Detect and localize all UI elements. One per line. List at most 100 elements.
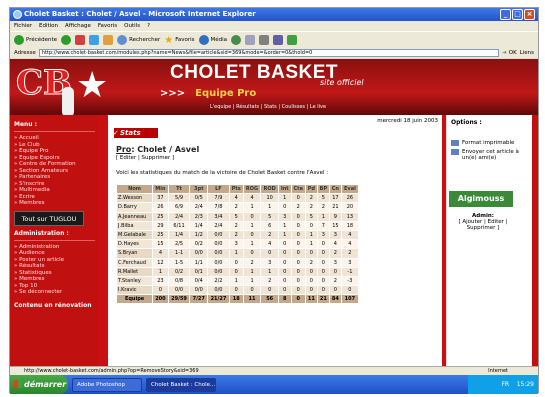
stat-cell: 5/9 [167,193,191,204]
favorites-button[interactable]: ★ Favoris [164,35,194,46]
stat-cell: 0 [316,275,330,287]
stat-cell: 1 [304,229,318,241]
menu-affichage[interactable]: Affichage [65,23,91,29]
stat-cell: 2/4 [167,211,191,222]
forward-button[interactable] [61,35,72,45]
ie-icon [13,10,22,19]
clock: 15:29 [516,381,534,388]
section-arrows: >>> [160,88,186,99]
stat-cell: 5 [228,211,244,222]
stat-cell: 12 [152,257,169,268]
article-category-link[interactable]: Pro [116,145,131,154]
menu-fichier[interactable]: Fichier [14,23,32,29]
refresh-button[interactable] [89,35,100,45]
tuglou-banner[interactable]: Tout sur TUGLOU [14,210,84,226]
stat-cell: 0 [304,275,318,287]
banner-nav-links[interactable]: L'equipe | Résultats | Stats | Coulisses… [210,104,326,110]
options-panel: Options : Format imprimable Envoyer cet … [446,115,532,366]
menu-help[interactable]: ? [147,23,150,29]
media-icon [198,35,209,45]
links-button[interactable]: Liens [520,50,534,56]
stat-cell: 37 [152,193,169,204]
stat-cell: 0 [290,266,306,277]
table-row: T.Stanley 23 0/8 0/4 2/2 1 1 2 0 0 0 0 2 -3 [115,275,360,287]
back-arrow-icon [14,35,24,45]
stat-cell: 2/5 [167,239,191,250]
stat-cell: 1 [260,202,280,213]
article-edit-links[interactable]: [ Editer | Supprimer ] [116,155,174,161]
search-icon [117,35,128,45]
stat-cell: 7/9 [207,193,230,204]
stat-cell: 13 [340,211,360,222]
send-article-link[interactable]: Envoyer cet article à un(e) ami(e) [451,149,532,161]
article-title-text: : Cholet / Asvel [131,145,200,154]
sidebar-menu-item[interactable]: » Membres [14,200,95,207]
column-header: Pd [304,183,318,195]
stat-cell: 0 [278,239,292,250]
stat-cell: 1 [304,239,318,250]
table-row: S.Bryan 4 1-1 0/0 0/0 1 0 0 0 0 0 0 2 2 [115,248,360,259]
menu-edition[interactable]: Edition [39,23,58,29]
stat-cell: 0 [290,229,306,241]
stat-cell: 1/2 [189,229,209,241]
total-cell: 84 [328,294,342,305]
start-button[interactable]: démarrer [10,375,68,394]
divider [14,131,95,132]
search-button[interactable]: Rechercher [117,35,160,45]
column-header: ROD [260,183,280,195]
stats-table: Nom Min Tt 3pt LF Pts ROG ROD Int Cte Pd BP Cn Eval Z… [115,183,360,305]
admin-links[interactable]: [ Ajouter | Editer | Supprimer ] [451,219,515,231]
close-button[interactable]: × [524,9,535,20]
stat-cell: 1 [278,229,292,241]
stat-cell: -1 [340,266,360,277]
history-button[interactable] [231,35,242,45]
address-input[interactable]: http://www.cholet-basket.com/modules.php… [38,49,500,57]
stat-cell: 0 [278,248,292,259]
column-header: Cn [328,183,342,195]
section-heading: >>> Equipe Pro [160,88,256,99]
stat-cell: 1 [316,211,330,222]
sponsor-banner[interactable]: Algimouss [449,191,513,207]
stop-button[interactable] [75,35,86,45]
column-header: Eval [340,183,360,195]
media-button[interactable]: Média [198,35,227,45]
stat-cell: 20 [340,202,360,213]
maximize-button[interactable]: □ [512,9,523,20]
home-button[interactable] [103,35,114,45]
column-header: LF [207,183,230,195]
sidebar-admin-item[interactable]: » Se déconnecter [14,289,95,296]
stat-cell: 1 [278,220,292,231]
menu-outils[interactable]: Outils [124,23,140,29]
column-header: Cte [290,183,306,195]
player-name-cell: D.Hayes [115,239,154,250]
lang-indicator[interactable]: FR [501,381,509,388]
print-button[interactable] [259,35,270,45]
stat-cell: 0 [278,266,292,277]
stat-cell: 2 [328,275,342,287]
task-photoshop[interactable]: Adobe Photoshop [72,377,142,392]
player-name-cell: S.Bryan [115,248,154,259]
stat-cell: 0 [242,211,262,222]
stat-cell: 4 [152,248,169,259]
stat-cell: 1 [260,266,280,277]
go-arrow-icon: ➜ [502,50,507,56]
stat-cell: 0 [260,248,280,259]
mail-button[interactable] [245,35,256,45]
address-label: Adresse [14,50,36,56]
edit-button[interactable] [273,35,284,45]
go-button[interactable]: ➜ OK [502,50,517,56]
messenger-button[interactable] [287,35,298,45]
task-ie[interactable]: Cholet Basket : Chole... [146,377,216,392]
total-cell: 21 [316,294,330,305]
menu-favoris[interactable]: Favoris [98,23,117,29]
back-button[interactable]: Précédente [14,35,57,45]
column-header: ROG [242,183,262,195]
stat-cell: 17 [328,193,342,204]
column-header: Min [152,183,169,195]
minimize-button[interactable]: _ [500,9,511,20]
stat-cell: 6/11 [167,220,191,231]
stat-cell: 1/1 [189,257,209,268]
print-format-link[interactable]: Format imprimable [451,140,532,146]
stat-cell: 1 [242,275,262,287]
sidebar-footer: Contenu en rénovation [14,301,92,309]
